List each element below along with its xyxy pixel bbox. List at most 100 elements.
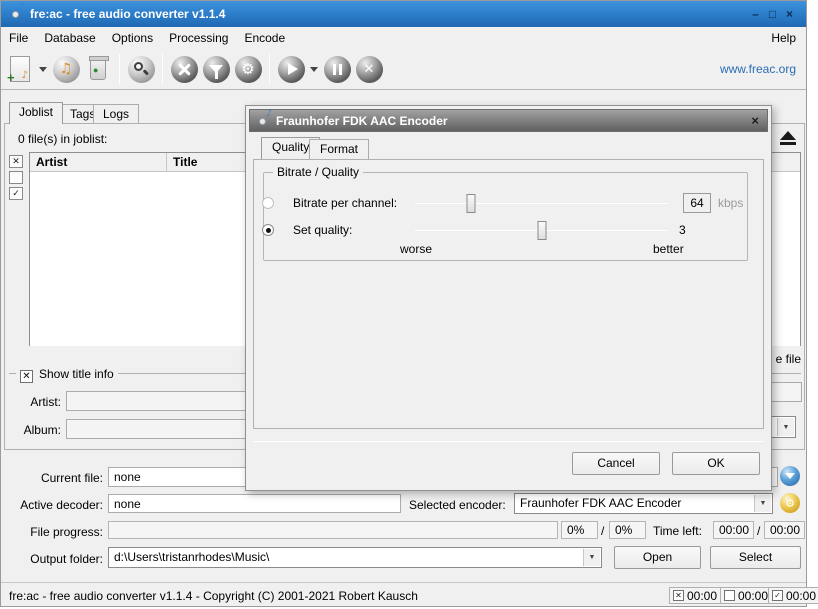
time-left-total: 00:00 bbox=[764, 521, 805, 539]
menu-processing[interactable]: Processing bbox=[161, 28, 236, 48]
active-decoder-value: none bbox=[108, 494, 401, 513]
set-quality-radio[interactable] bbox=[262, 224, 274, 236]
stop-encoding-icon[interactable]: ✕ bbox=[354, 54, 384, 84]
dialog-separator bbox=[253, 441, 764, 442]
statusbar: fre:ac - free audio converter v1.1.4 - C… bbox=[1, 582, 806, 606]
cancel-button[interactable]: Cancel bbox=[572, 452, 660, 475]
tab-joblist[interactable]: Joblist bbox=[9, 102, 63, 124]
add-audio-cd-icon[interactable]: ♫ bbox=[51, 54, 81, 84]
cross-icon: ✕ bbox=[12, 156, 20, 166]
timer-no-tracks: 00:00 bbox=[720, 587, 772, 604]
selected-tracks-icon: ✓ bbox=[772, 590, 783, 601]
album-label: Album: bbox=[16, 423, 61, 437]
quality-slider[interactable] bbox=[415, 221, 668, 240]
chevron-down-icon[interactable]: ▼ bbox=[583, 549, 600, 566]
freac-app-icon: ♪ bbox=[254, 113, 270, 129]
menubar: File Database Options Processing Encode … bbox=[1, 27, 806, 49]
empty-box-icon bbox=[724, 590, 735, 601]
toggle-selection-button[interactable]: ✓ bbox=[9, 187, 23, 200]
quality-value: 3 bbox=[679, 223, 686, 237]
time-separator: / bbox=[757, 524, 760, 538]
eject-icon[interactable] bbox=[774, 127, 801, 148]
processing-icon[interactable] bbox=[201, 54, 231, 84]
all-tracks-icon: ✕ bbox=[673, 590, 684, 601]
freac-website-link[interactable]: www.freac.org bbox=[720, 62, 806, 76]
close-icon[interactable]: × bbox=[783, 8, 796, 21]
clear-joblist-icon[interactable]: ● bbox=[83, 54, 113, 84]
total-progress-percent: 0% bbox=[609, 521, 646, 539]
select-no-tracks-button[interactable] bbox=[9, 171, 23, 184]
bitrate-radio[interactable] bbox=[262, 197, 274, 209]
show-title-info-label[interactable]: Show title info bbox=[39, 367, 114, 381]
minimize-icon[interactable]: – bbox=[749, 8, 762, 21]
chevron-down-icon[interactable]: ▼ bbox=[754, 495, 771, 512]
screen: ♪ fre:ac - free audio converter v1.1.4 –… bbox=[0, 0, 818, 609]
settings-icon[interactable]: ⚙ bbox=[233, 54, 263, 84]
pause-encoding-icon[interactable] bbox=[322, 54, 352, 84]
scale-worse-label: worse bbox=[400, 242, 432, 256]
add-files-dropdown-icon[interactable] bbox=[39, 67, 47, 72]
quality-slider-thumb[interactable] bbox=[537, 221, 546, 240]
bitrate-unit-label: kbps bbox=[718, 196, 743, 210]
show-title-info-checkbox[interactable]: ✕ bbox=[20, 366, 33, 383]
toolbar: +♪ ♫ ● ⚙ bbox=[1, 49, 806, 90]
toolbar-separator bbox=[119, 54, 120, 84]
timer-value: 00:00 bbox=[786, 589, 816, 603]
start-encoding-dropdown-icon[interactable] bbox=[310, 67, 318, 72]
window-title: fre:ac - free audio converter v1.1.4 bbox=[30, 7, 225, 21]
tab-logs[interactable]: Logs bbox=[93, 104, 139, 124]
dialog-close-icon[interactable]: × bbox=[751, 113, 759, 128]
output-folder-combobox[interactable]: d:\Users\tristanrhodes\Music\ ▼ bbox=[108, 547, 602, 568]
toolbar-separator bbox=[269, 54, 270, 84]
bitrate-slider[interactable] bbox=[415, 194, 668, 213]
bitrate-slider-thumb[interactable] bbox=[466, 194, 475, 213]
artist-label: Artist: bbox=[19, 395, 61, 409]
set-quality-radio-label[interactable]: Set quality: bbox=[293, 223, 352, 237]
select-button[interactable]: Select bbox=[710, 546, 801, 569]
dialog-titlebar: ♪ Fraunhofer FDK AAC Encoder × bbox=[249, 109, 768, 132]
main-titlebar: ♪ fre:ac - free audio converter v1.1.4 –… bbox=[1, 1, 806, 27]
time-left-file: 00:00 bbox=[713, 521, 754, 539]
cddb-query-icon[interactable] bbox=[126, 54, 156, 84]
cross-icon: ✕ bbox=[22, 371, 30, 382]
selected-encoder-label: Selected encoder: bbox=[409, 498, 506, 512]
timer-all-tracks: ✕ 00:00 bbox=[669, 587, 721, 604]
processing-info-icon[interactable] bbox=[780, 466, 800, 486]
output-folder-value: d:\Users\tristanrhodes\Music\ bbox=[114, 550, 269, 564]
tools-icon[interactable] bbox=[169, 54, 199, 84]
selected-encoder-value: Fraunhofer FDK AAC Encoder bbox=[520, 496, 681, 510]
menu-database[interactable]: Database bbox=[36, 28, 103, 48]
divider bbox=[9, 373, 16, 374]
add-files-icon[interactable]: +♪ bbox=[5, 54, 35, 84]
output-folder-label: Output folder: bbox=[18, 552, 103, 566]
timer-value: 00:00 bbox=[687, 589, 717, 603]
file-progress-label: File progress: bbox=[21, 525, 103, 539]
column-header-artist[interactable]: Artist bbox=[30, 153, 167, 171]
menu-encode[interactable]: Encode bbox=[236, 28, 293, 48]
select-all-tracks-button[interactable]: ✕ bbox=[9, 155, 23, 168]
dialog-tab-format[interactable]: Format bbox=[309, 139, 369, 159]
open-button[interactable]: Open bbox=[614, 546, 701, 569]
freac-app-icon: ♪ bbox=[7, 6, 23, 22]
time-left-label: Time left: bbox=[653, 524, 702, 538]
configure-encoder-icon[interactable]: ⚙ bbox=[780, 493, 800, 513]
active-decoder-label: Active decoder: bbox=[16, 498, 103, 512]
menu-help[interactable]: Help bbox=[763, 28, 806, 48]
ok-button[interactable]: OK bbox=[672, 452, 760, 475]
chevron-down-icon[interactable]: ▼ bbox=[777, 418, 794, 436]
timer-value: 00:00 bbox=[738, 589, 768, 603]
file-progress-bar bbox=[108, 521, 558, 539]
selected-encoder-combobox[interactable]: Fraunhofer FDK AAC Encoder ▼ bbox=[514, 493, 773, 514]
toolbar-separator bbox=[162, 54, 163, 84]
file-progress-percent: 0% bbox=[561, 521, 598, 539]
joblist-count: 0 file(s) in joblist: bbox=[18, 132, 107, 146]
menu-options[interactable]: Options bbox=[104, 28, 161, 48]
bitrate-radio-label[interactable]: Bitrate per channel: bbox=[293, 196, 397, 210]
groupbox-title: Bitrate / Quality bbox=[273, 165, 363, 179]
dialog-title: Fraunhofer FDK AAC Encoder bbox=[276, 114, 448, 128]
maximize-icon[interactable]: □ bbox=[766, 8, 779, 21]
current-file-label: Current file: bbox=[21, 471, 103, 485]
bitrate-value-field[interactable]: 64 bbox=[683, 193, 711, 213]
start-encoding-icon[interactable] bbox=[276, 54, 306, 84]
menu-file[interactable]: File bbox=[1, 28, 36, 48]
